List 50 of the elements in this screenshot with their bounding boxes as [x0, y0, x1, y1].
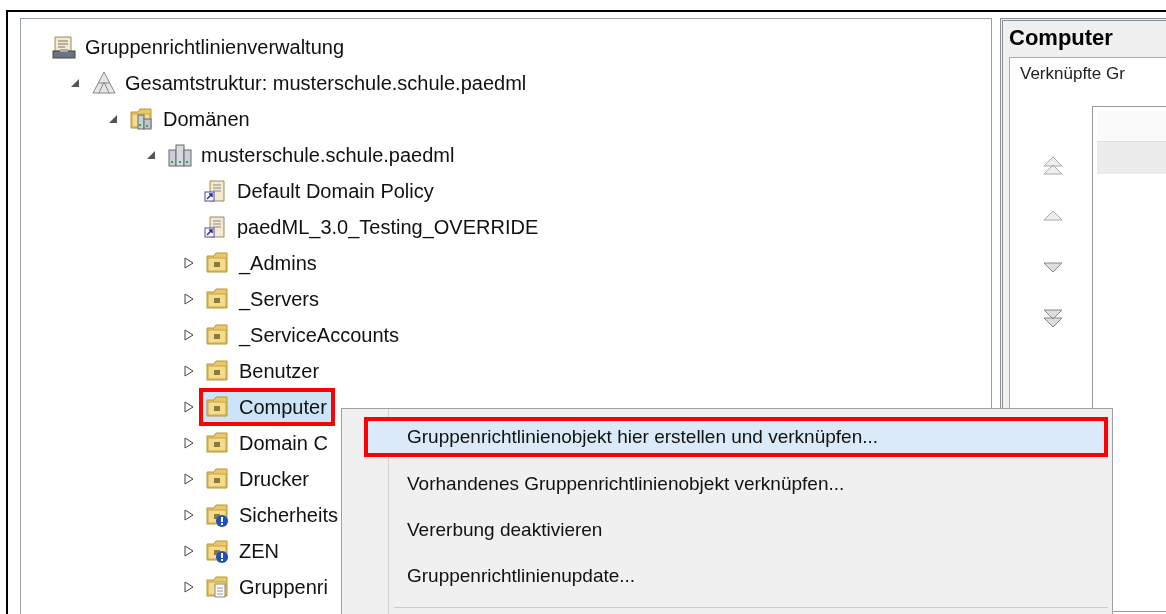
expand-arrow-icon[interactable] — [183, 473, 195, 485]
menu-item[interactable]: Vorhandenes Gruppenrichtlinienobjekt verknüpfen... — [346, 461, 1108, 507]
scroll-icon — [51, 34, 77, 60]
collapse-arrow-icon[interactable] — [145, 149, 157, 161]
menu-item[interactable]: Gruppenrichtlinienupdate... — [346, 553, 1108, 599]
menu-item[interactable]: Gruppenrichtlinienobjekt hier erstellen und verknüpfen... — [364, 417, 1108, 457]
tree-item[interactable]: Default Domain Policy — [197, 172, 442, 210]
tree-item[interactable]: ZEN — [199, 532, 287, 570]
tree-item[interactable]: Sicherheits — [199, 496, 346, 534]
tree-item[interactable]: Drucker — [199, 460, 317, 498]
menu-item[interactable]: Vererbung deaktivieren — [346, 507, 1108, 553]
tree-item[interactable]: Gruppenri — [199, 568, 336, 606]
folder-document-icon — [205, 574, 231, 600]
pane-title: Computer — [1009, 25, 1114, 52]
tab[interactable]: Verknüpfte Gr — [1020, 64, 1125, 83]
servers-icon — [167, 142, 193, 168]
expand-arrow-icon[interactable] — [183, 437, 195, 449]
tree-item[interactable]: Gruppenrichtlinienverwaltung — [45, 28, 353, 66]
folder-servers-icon — [129, 106, 155, 132]
folder-icon — [205, 466, 231, 492]
expand-arrow-icon[interactable] — [183, 545, 195, 557]
expand-arrow-icon[interactable] — [183, 365, 195, 377]
expand-arrow-icon[interactable] — [183, 257, 195, 269]
tree-item[interactable]: musterschule.schule.paedml — [161, 136, 463, 174]
collapse-arrow-icon[interactable] — [69, 77, 81, 89]
tree-item[interactable]: _Admins — [199, 244, 325, 282]
move-bottom-icon[interactable] — [1042, 309, 1064, 329]
tree-item[interactable]: Domain C — [199, 424, 336, 462]
expand-arrow-icon[interactable] — [183, 329, 195, 341]
tree-item[interactable]: Benutzer — [199, 352, 328, 390]
folder-icon — [205, 358, 231, 384]
tree-item[interactable]: Gesamtstruktur: musterschule.schule.paedml — [85, 64, 535, 102]
folder-icon — [205, 250, 231, 276]
tree-item[interactable]: paedML_3.0_Testing_OVERRIDE — [197, 208, 547, 246]
tree-item[interactable]: _ServiceAccounts — [199, 316, 408, 354]
expand-arrow-icon[interactable] — [183, 509, 195, 521]
folder-icon — [205, 394, 231, 420]
collapse-arrow-icon[interactable] — [107, 113, 119, 125]
tree-item[interactable]: Computer — [199, 388, 335, 426]
folder-warning-icon — [205, 538, 231, 564]
expand-arrow-icon[interactable] — [183, 293, 195, 305]
expand-arrow-icon[interactable] — [183, 581, 195, 593]
tree-item[interactable]: _Servers — [199, 280, 328, 318]
folder-icon — [205, 322, 231, 348]
expand-arrow-icon[interactable] — [183, 401, 195, 413]
folder-icon — [205, 286, 231, 312]
triangles-icon — [91, 70, 117, 96]
folder-warning-icon — [205, 502, 231, 528]
tree-item[interactable]: Domänen — [123, 100, 258, 138]
folder-icon — [205, 430, 231, 456]
